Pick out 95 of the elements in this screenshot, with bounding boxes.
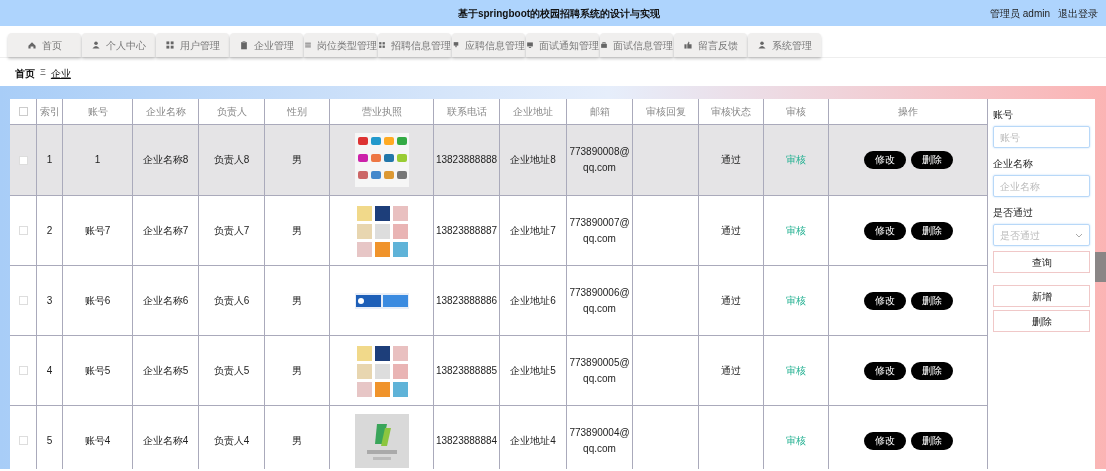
table-cell-text: 企业地址4 bbox=[510, 433, 556, 448]
add-button[interactable]: 新增 bbox=[993, 285, 1090, 307]
edit-button[interactable]: 修改 bbox=[863, 361, 906, 380]
field-label: 是否通过 bbox=[993, 206, 1034, 220]
input-field[interactable]: 企业名称 bbox=[993, 175, 1090, 197]
breadcrumb-current[interactable]: 企业 bbox=[50, 65, 71, 81]
table-cell-text: 13823888885 bbox=[435, 363, 498, 378]
nav-tab[interactable]: 面试信息管理 bbox=[600, 33, 673, 57]
delete-button[interactable]: 删除 bbox=[993, 310, 1090, 332]
table-cell-text: 负责人8 bbox=[213, 153, 250, 167]
column-header: 审核回复 bbox=[633, 99, 699, 124]
table-cell-text: 企业名称5 bbox=[142, 363, 189, 378]
edit-button[interactable]: 修改 bbox=[863, 151, 906, 169]
nav-tab[interactable]: 应聘信息管理 bbox=[452, 33, 525, 57]
nav-tab[interactable]: 企业管理 bbox=[230, 33, 303, 57]
column-header: 审核 bbox=[764, 99, 829, 124]
nav-tab[interactable]: 系统管理 bbox=[748, 33, 821, 57]
table-cell-text: 男 bbox=[292, 223, 302, 238]
column-header: 企业名称 bbox=[133, 99, 199, 124]
column-header: 索引 bbox=[37, 99, 63, 124]
field-label: 企业名称 bbox=[993, 157, 1034, 171]
table-cell-text: 4 bbox=[46, 363, 53, 378]
table-cell-text: 男 bbox=[292, 363, 302, 378]
table-cell-text: 账号4 bbox=[84, 433, 111, 448]
table-cell-text: 企业名称4 bbox=[142, 433, 189, 448]
delete-button[interactable]: 删除 bbox=[910, 221, 953, 240]
nav-tab[interactable]: 用户管理 bbox=[156, 33, 229, 57]
column-header: 联系电话 bbox=[434, 99, 500, 124]
table-cell-text: 负责人4 bbox=[213, 433, 250, 448]
column-header: 邮箱 bbox=[567, 99, 633, 124]
delete-button[interactable]: 删除 bbox=[910, 291, 953, 310]
table-cell-text: 13823888887 bbox=[435, 223, 498, 238]
column-header: 企业地址 bbox=[500, 99, 567, 124]
nav-tab[interactable]: 岗位类型管理 bbox=[304, 33, 377, 57]
table-cell-text: 男 bbox=[292, 293, 302, 308]
table-cell-text: 5 bbox=[46, 433, 53, 448]
table-cell-text: 账号6 bbox=[84, 293, 111, 308]
table-cell-text: 企业名称7 bbox=[142, 223, 189, 238]
table-cell-text: 2 bbox=[46, 223, 53, 238]
table-cell-text: 负责人6 bbox=[213, 293, 250, 308]
table-cell-text: 企业地址5 bbox=[510, 363, 556, 378]
table-cell-text: 773890005@qq.com bbox=[569, 355, 630, 386]
table-row[interactable]: 1 1 企业名称8 负责人8 男 13823888888 企业地址8 773890008@qq.com 通过 审核 修改 删除 bbox=[10, 125, 988, 196]
table-cell-text: 1 bbox=[46, 153, 53, 167]
nav-tab[interactable]: 面试通知管理 bbox=[526, 33, 599, 57]
table-cell-text: 773890004@qq.com bbox=[569, 425, 630, 456]
input-field[interactable]: 账号 bbox=[993, 126, 1090, 148]
column-header: 审核状态 bbox=[699, 99, 764, 124]
table-cell-text: 账号7 bbox=[84, 223, 111, 238]
breadcrumb-home[interactable]: 首页 bbox=[15, 65, 35, 81]
table-cell-text: 773890007@qq.com bbox=[569, 215, 630, 246]
nav-tab[interactable]: 个人中心 bbox=[82, 33, 155, 57]
table-cell-text: 13823888886 bbox=[435, 293, 498, 308]
column-header: 营业执照 bbox=[330, 99, 434, 124]
table-row[interactable]: 2 账号7 企业名称7 负责人7 男 13823888887 企业地址7 773890007@qq.com 通过 审核 修改 删除 bbox=[10, 196, 988, 266]
table-cell-text: 账号5 bbox=[84, 363, 111, 378]
edit-button[interactable]: 修改 bbox=[863, 221, 906, 240]
nav-tab[interactable]: 首页 bbox=[8, 33, 81, 57]
table-cell-text: 773890008@qq.com bbox=[569, 145, 630, 175]
table-cell-text: 企业名称8 bbox=[142, 153, 189, 167]
delete-button[interactable]: 删除 bbox=[910, 151, 953, 169]
column-header: 负责人 bbox=[199, 99, 265, 124]
table-row[interactable]: 4 账号5 企业名称5 负责人5 男 13823888885 企业地址5 773890005@qq.com 通过 审核 修改 删除 bbox=[10, 336, 988, 406]
table-cell-text: 企业名称6 bbox=[142, 293, 189, 308]
table-cell-text: 企业地址6 bbox=[510, 293, 556, 308]
table-row[interactable]: 3 账号6 企业名称6 负责人6 男 13823888886 企业地址6 773890006@qq.com 通过 审核 修改 删除 bbox=[10, 266, 988, 336]
user-label: 管理员 admin bbox=[990, 6, 1050, 21]
table-cell-text: 3 bbox=[46, 293, 53, 308]
table-cell-text: 13823888888 bbox=[435, 153, 498, 167]
app-title: 基于springboot的校园招聘系统的设计与实现 bbox=[456, 6, 662, 21]
table-cell-text: 通过 bbox=[721, 153, 741, 167]
table-cell-text: 通过 bbox=[721, 223, 741, 238]
delete-button[interactable]: 删除 bbox=[910, 431, 953, 450]
search-button[interactable]: 查询 bbox=[993, 251, 1090, 273]
field-label: 账号 bbox=[993, 108, 1014, 122]
column-header: 性别 bbox=[265, 99, 330, 124]
edit-button[interactable]: 修改 bbox=[863, 291, 906, 310]
logout-link[interactable]: 退出登录 bbox=[1058, 5, 1098, 21]
table-cell-text: 企业地址8 bbox=[510, 153, 556, 167]
table-cell-text: 通过 bbox=[721, 293, 741, 308]
delete-button[interactable]: 删除 bbox=[910, 361, 953, 380]
column-header: 账号 bbox=[63, 99, 133, 124]
table-cell-text: 773890006@qq.com bbox=[569, 285, 630, 316]
table-cell-text: 13823888884 bbox=[435, 433, 498, 448]
table-cell-text: 1 bbox=[94, 153, 101, 167]
table-cell-text: 男 bbox=[292, 433, 302, 448]
table-cell-text: 负责人7 bbox=[213, 223, 250, 238]
table-cell-text: 企业地址7 bbox=[510, 223, 556, 238]
breadcrumb-separator: Ξ bbox=[40, 66, 46, 80]
table-cell-text: 男 bbox=[292, 153, 302, 167]
nav-tab[interactable]: 留言反馈 bbox=[674, 33, 747, 57]
nav-tab[interactable]: 招聘信息管理 bbox=[378, 33, 451, 57]
edit-button[interactable]: 修改 bbox=[863, 431, 906, 450]
table-cell-text: 负责人5 bbox=[213, 363, 250, 378]
table-cell-text: 通过 bbox=[721, 363, 741, 378]
